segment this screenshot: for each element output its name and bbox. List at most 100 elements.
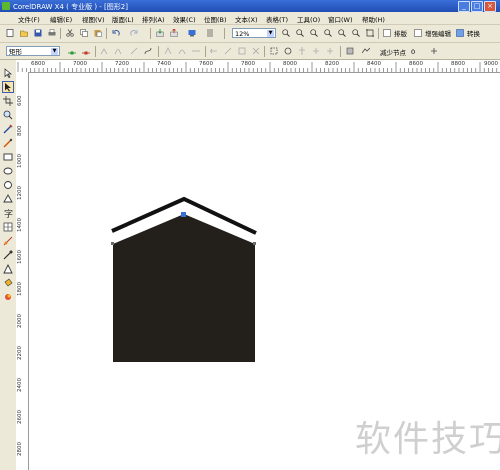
add-node-icon[interactable] [68, 47, 76, 55]
watermark-text: 软件技巧 [355, 419, 500, 460]
crop-frame-icon[interactable] [366, 29, 374, 37]
menu-edit[interactable]: 编辑(E) [50, 14, 72, 24]
ruler-label: 1400 [17, 218, 23, 232]
cut-icon[interactable] [66, 29, 74, 37]
layout-icon[interactable] [383, 29, 391, 37]
crop-tool-icon[interactable] [3, 96, 13, 106]
save-icon[interactable] [34, 29, 42, 37]
curve-smoothness-field[interactable]: 0 [408, 46, 428, 56]
vertical-ruler[interactable]: 600 800 1000 1200 1400 1600 1800 2000 22… [16, 72, 29, 470]
corner-node[interactable] [253, 242, 256, 245]
menu-arrange[interactable]: 排列(A) [142, 14, 165, 24]
convert-icon[interactable] [456, 29, 464, 37]
ruler-label: 800 [17, 125, 23, 137]
copy-icon[interactable] [80, 29, 88, 37]
menu-bar: 文件(F) 编辑(E) 视图(V) 版面(L) 排列(A) 效果(C) 位图(B… [0, 12, 500, 25]
ruler-label: 1600 [17, 250, 23, 264]
title-bar: CorelDRAW X4 ( 专业版 ) - [图形2] _ □ × [0, 0, 500, 12]
menu-layout[interactable]: 版面(L) [112, 14, 134, 24]
close-button[interactable]: × [484, 1, 496, 12]
export-icon[interactable] [170, 29, 178, 37]
chevron-down-icon[interactable]: ▼ [267, 30, 274, 37]
horizontal-ruler-ticks [17, 62, 498, 72]
interactive-fill-tool-icon[interactable] [3, 292, 13, 302]
application-launcher-icon[interactable] [188, 29, 196, 37]
smart-fill-tool-icon[interactable] [3, 138, 13, 148]
zoom-page-icon[interactable] [338, 29, 346, 37]
delete-node-icon[interactable] [82, 47, 90, 55]
toolbar-separator [378, 28, 379, 39]
toolbar-separator [106, 28, 107, 39]
toolbox: 字 [0, 60, 17, 470]
selected-node[interactable] [181, 212, 186, 217]
zoom-in-icon[interactable] [282, 29, 290, 37]
object-type-combo[interactable]: 矩形 ▼ [6, 46, 60, 56]
fill-tool-icon[interactable] [3, 278, 13, 288]
reduce-nodes-label: 减少节点 [380, 49, 406, 57]
menu-tools[interactable]: 工具(O) [297, 14, 320, 24]
undo-icon[interactable] [112, 29, 120, 37]
coreldraw-app-icon [2, 2, 10, 10]
zoom-levels-combo[interactable]: 12% ▼ [232, 28, 276, 38]
corner-node[interactable] [111, 242, 114, 245]
menu-file[interactable]: 文件(F) [18, 14, 40, 24]
horizontal-ruler[interactable]: 6800 7000 7200 7400 7600 7800 8000 8200 … [16, 60, 500, 73]
toolbar-separator [60, 28, 61, 39]
property-bar: 矩形 ▼ 减少节点 0 [0, 43, 500, 60]
zoom-selected-icon[interactable] [310, 29, 318, 37]
menu-help[interactable]: 帮助(H) [362, 14, 385, 24]
convert-to-curve-icon[interactable] [144, 47, 152, 55]
zoom-out-icon[interactable] [296, 29, 304, 37]
print-icon[interactable] [48, 29, 56, 37]
paste-icon[interactable] [94, 29, 102, 37]
maximize-button[interactable]: □ [471, 1, 483, 12]
toolbar-separator [264, 46, 265, 57]
standard-toolbar: 12% ▼ 排版 增强编辑 转换 [0, 25, 500, 43]
open-folder-icon[interactable] [20, 29, 28, 37]
zoom-tool-icon[interactable] [3, 110, 13, 120]
eyedropper-tool-icon[interactable] [3, 250, 13, 260]
auto-close-curve-icon[interactable] [346, 47, 354, 55]
table-tool-icon[interactable] [3, 222, 13, 232]
parallel-dimension-tool-icon[interactable] [3, 236, 13, 246]
reduce-nodes-icon[interactable] [362, 47, 370, 55]
menu-text[interactable]: 文本(X) [235, 14, 258, 24]
enhanced-edit-button[interactable]: 增强编辑 [425, 28, 451, 38]
slider-handle-icon[interactable] [430, 47, 438, 55]
menu-table[interactable]: 表格(T) [266, 14, 288, 24]
menu-view[interactable]: 视图(V) [82, 14, 105, 24]
ruler-label: 1000 [17, 154, 23, 168]
shape-tool-icon[interactable] [2, 81, 14, 93]
new-document-icon[interactable] [6, 29, 14, 37]
basic-shapes-tool-icon[interactable] [3, 194, 13, 204]
polygon-tool-icon[interactable] [3, 180, 13, 190]
import-icon[interactable] [156, 29, 164, 37]
stretch-nodes-icon [252, 47, 260, 55]
select-all-nodes-icon[interactable] [270, 47, 278, 55]
redo-icon[interactable] [130, 29, 138, 37]
pick-tool-icon[interactable] [3, 68, 13, 78]
outline-tool-icon[interactable] [3, 264, 13, 274]
welcome-screen-icon[interactable] [206, 29, 214, 37]
curve-smoothness-value: 0 [411, 48, 416, 56]
house-shape[interactable] [113, 214, 255, 362]
freehand-tool-icon[interactable] [3, 124, 13, 134]
menu-effects[interactable]: 效果(C) [173, 14, 196, 24]
rectangle-tool-icon[interactable] [3, 152, 13, 162]
zoom-width-icon[interactable] [352, 29, 360, 37]
smooth-node-icon [178, 49, 186, 55]
text-tool-icon[interactable]: 字 [3, 208, 13, 218]
zoom-all-objects-icon[interactable] [324, 29, 332, 37]
enhanced-edit-icon[interactable] [414, 29, 422, 37]
convert-button[interactable]: 转换 [467, 28, 480, 38]
zoom-level-value: 12% [235, 30, 250, 38]
layout-button[interactable]: 排版 [394, 28, 407, 38]
extract-subpath-icon [238, 47, 246, 55]
menu-bitmaps[interactable]: 位图(B) [204, 14, 227, 24]
object-type-value: 矩形 [9, 48, 22, 56]
menu-window[interactable]: 窗口(W) [328, 14, 353, 24]
elastic-mode-icon[interactable] [284, 47, 292, 55]
minimize-button[interactable]: _ [458, 1, 470, 12]
chevron-down-icon[interactable]: ▼ [51, 48, 58, 55]
ellipse-tool-icon[interactable] [3, 166, 13, 176]
